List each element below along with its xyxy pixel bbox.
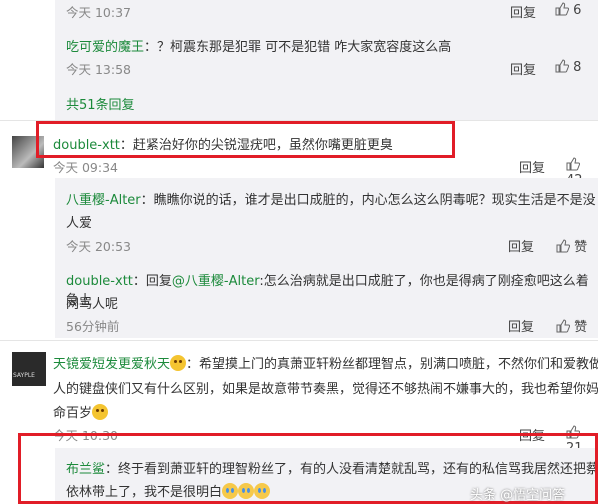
reply-username[interactable]: 吃可爱的魔王 xyxy=(66,40,144,55)
reply-button[interactable]: 回复 xyxy=(510,2,536,21)
avatar-text: SAYPLE xyxy=(13,372,35,379)
watermark: 头条 @悟空问答 xyxy=(470,488,566,503)
reply-button[interactable]: 回复 xyxy=(508,316,534,335)
reply-text-cont: 人爱 xyxy=(66,216,93,231)
like-count: 6 xyxy=(573,3,582,18)
reply-time: 56分钟前 xyxy=(66,319,120,334)
like-button[interactable]: 8 xyxy=(555,59,581,75)
thumbs-up-icon xyxy=(556,239,571,253)
like-label: 赞 xyxy=(574,320,588,335)
mention-link[interactable]: @八重樱-Alter xyxy=(172,274,259,289)
comment-username[interactable]: 天镜爱短发更爱秋天 xyxy=(53,357,170,372)
reply-username[interactable]: double-xtt xyxy=(66,274,133,289)
comment-text: 天镜爱短发更爱秋天 ：希望摸上门的真萧亚轩粉丝都理智点，别满口喷脏，不然你们和爱教… xyxy=(53,355,598,372)
avatar[interactable]: SAYPLE xyxy=(12,352,46,386)
emoji-icon xyxy=(170,355,187,371)
comment-time: 今天 09:34 xyxy=(53,160,118,175)
reply-button[interactable]: 回复 xyxy=(508,236,534,255)
like-count: 8 xyxy=(573,60,582,75)
thumbs-up-icon xyxy=(555,59,570,73)
like-button[interactable]: 赞 xyxy=(556,236,587,255)
thumbs-up-icon xyxy=(555,2,570,16)
reply-time: 今天 20:53 xyxy=(66,239,131,254)
highlight-box xyxy=(36,121,455,158)
reply-time: 今天 10:37 xyxy=(66,5,131,20)
divider xyxy=(0,340,598,341)
reply-time: 今天 13:58 xyxy=(66,62,131,77)
comment-text-cont: 人的键盘侠们又有什么区别，如果是故意带节奏黑，觉得还不够热闹不嫌事大的，我也希望… xyxy=(53,382,598,397)
like-button[interactable]: 6 xyxy=(555,2,581,18)
like-button[interactable]: 赞 xyxy=(556,316,587,335)
more-replies-link[interactable]: 共51条回复 xyxy=(66,94,135,113)
reply-button[interactable]: 回复 xyxy=(519,157,545,176)
reply-text: 八重樱-Alter：瞧瞧你说的话，谁才是出口成脏的，内心怎么这么阴毒呢？现实生活… xyxy=(66,193,596,208)
reply-button[interactable]: 回复 xyxy=(510,59,536,78)
reply-text-cont: 网骂人呢 xyxy=(66,297,119,312)
thumbs-up-icon xyxy=(566,157,581,171)
reply-text: double-xtt：回复@八重樱-Alter:怎么治病就是出口成脏了，你也是得… xyxy=(66,274,589,308)
thumbs-up-icon xyxy=(556,319,571,333)
like-label: 赞 xyxy=(574,240,588,255)
reply-username[interactable]: 八重樱-Alter xyxy=(66,193,141,208)
reply-text: 吃可爱的魔王：？柯震东那是犯罪 可不是犯错 咋大家宽容度这么高 xyxy=(66,40,452,55)
comment-text-cont: 命百岁 xyxy=(53,402,109,421)
smile-emoji-icon xyxy=(92,404,109,420)
